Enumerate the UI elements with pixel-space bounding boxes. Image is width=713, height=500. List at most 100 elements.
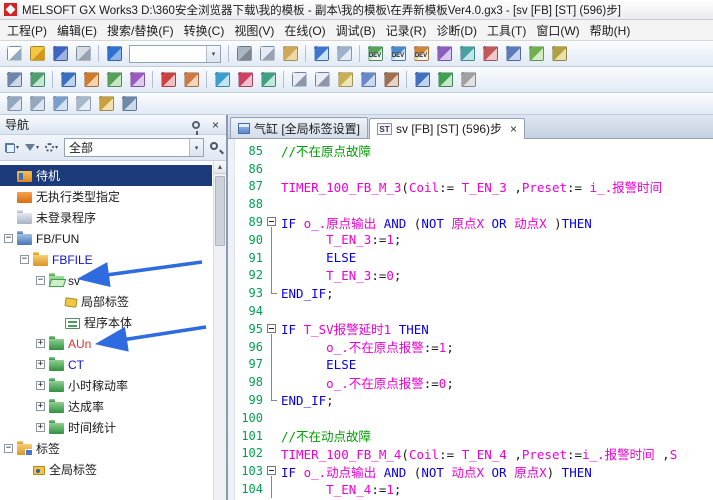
- nav-display-mode-button[interactable]: ▾: [3, 138, 21, 158]
- zoom-in-button[interactable]: [311, 70, 333, 90]
- code-line[interactable]: 94: [235, 302, 713, 320]
- open-project-button[interactable]: [26, 44, 48, 64]
- rebuild-all-button[interactable]: [180, 70, 202, 90]
- code-line[interactable]: 89IF o_.原点输出 AND (NOT 原点X OR 动点X )THEN: [235, 213, 713, 231]
- expand-icon[interactable]: +: [36, 402, 45, 411]
- scroll-up-arrow[interactable]: ▲: [214, 161, 226, 174]
- label-editor-button[interactable]: [433, 44, 455, 64]
- code-line[interactable]: 96 o_.不在原点报警:=1;: [235, 338, 713, 356]
- menu-item-online[interactable]: 在线(O): [279, 20, 330, 41]
- tree-item-global-label[interactable]: 全局标签: [0, 459, 212, 480]
- zoom-out-button[interactable]: [288, 70, 310, 90]
- redo-button[interactable]: [333, 44, 355, 64]
- tree-item-time-statistics[interactable]: +时间统计: [0, 417, 212, 438]
- menu-item-project[interactable]: 工程(P): [2, 20, 52, 41]
- tree-item-unregistered-program[interactable]: 未登录程序: [0, 207, 212, 228]
- nav-filter-select[interactable]: 全部 ▾: [64, 138, 204, 157]
- outline-collapse-all-button[interactable]: [26, 94, 48, 114]
- menu-item-debug[interactable]: 调试(B): [331, 20, 381, 41]
- menu-item-diagnostics[interactable]: 诊断(D): [431, 20, 482, 41]
- st-editor[interactable]: 85//不在原点故障8687TIMER_100_FB_M_3(Coil:= T_…: [228, 139, 713, 500]
- code-line[interactable]: 90 T_EN_3:=1;: [235, 231, 713, 249]
- code-line[interactable]: 104 T_EN_4:=1;: [235, 480, 713, 498]
- code-line[interactable]: 91 ELSE: [235, 249, 713, 267]
- expand-icon[interactable]: +: [36, 423, 45, 432]
- watch-window-button[interactable]: [257, 70, 279, 90]
- code-line[interactable]: 87TIMER_100_FB_M_3(Coil:= T_EN_3 ,Preset…: [235, 178, 713, 196]
- new-project-button[interactable]: [3, 44, 25, 64]
- cross-reference-button[interactable]: [525, 44, 547, 64]
- tree-item-program-body[interactable]: 程序本体: [0, 312, 212, 333]
- tree-item-aun[interactable]: +AUn: [0, 333, 212, 354]
- tree-item-fbfile[interactable]: −FBFILE: [0, 249, 212, 270]
- code-line[interactable]: 99END_IF;: [235, 391, 713, 409]
- code-line[interactable]: 93END_IF;: [235, 284, 713, 302]
- module-configuration-button[interactable]: [26, 70, 48, 90]
- code-line[interactable]: 102TIMER_100_FB_M_4(Coil:= T_EN_4 ,Prese…: [235, 445, 713, 463]
- parameter-button[interactable]: [3, 70, 25, 90]
- device-list-button[interactable]: [548, 44, 570, 64]
- print-button[interactable]: [72, 44, 94, 64]
- indent-guide-button[interactable]: [72, 94, 94, 114]
- tree-scrollbar[interactable]: ▲: [213, 161, 226, 500]
- tree-item-no-exec-type[interactable]: 无执行类型指定: [0, 186, 212, 207]
- device-memory-button[interactable]: DEV: [387, 44, 409, 64]
- fb-editor-button[interactable]: [479, 44, 501, 64]
- fbd-editor-button[interactable]: [103, 70, 125, 90]
- convert-build-button[interactable]: [157, 70, 179, 90]
- tree-item-standby[interactable]: 待机: [0, 165, 212, 186]
- tree-item-fb-fun[interactable]: −FB/FUN: [0, 228, 212, 249]
- tree-item-sv[interactable]: −sv: [0, 270, 212, 291]
- collapse-icon[interactable]: −: [36, 276, 45, 285]
- code-line[interactable]: 98 o_.不在原点报警:=0;: [235, 373, 713, 391]
- sfc-editor-button[interactable]: [126, 70, 148, 90]
- structured-data-types-button[interactable]: [502, 44, 524, 64]
- cut-button[interactable]: [233, 44, 255, 64]
- statement-display-button[interactable]: [357, 70, 379, 90]
- code-line[interactable]: 101//不在动点故障: [235, 427, 713, 445]
- menu-item-tool[interactable]: 工具(T): [482, 20, 531, 41]
- online-read-button[interactable]: [434, 70, 456, 90]
- menu-item-view[interactable]: 视图(V): [229, 20, 279, 41]
- tree-item-local-label[interactable]: 局部标签: [0, 291, 212, 312]
- code-line[interactable]: 100: [235, 409, 713, 427]
- note-display-button[interactable]: [380, 70, 402, 90]
- menu-item-convert[interactable]: 转换(C): [179, 20, 230, 41]
- expand-icon[interactable]: +: [36, 381, 45, 390]
- pin-icon[interactable]: [192, 121, 200, 129]
- nav-settings-button[interactable]: ▾: [43, 138, 60, 158]
- chevron-down-icon[interactable]: ▾: [206, 46, 220, 62]
- tab-sv-st[interactable]: STsv [FB] [ST] (596)步×: [369, 118, 525, 139]
- ladder-editor-button[interactable]: [57, 70, 79, 90]
- copy-button[interactable]: [256, 44, 278, 64]
- menu-item-help[interactable]: 帮助(H): [585, 20, 636, 41]
- chevron-down-icon[interactable]: ▾: [189, 139, 203, 156]
- save-project-button[interactable]: [49, 44, 71, 64]
- collapse-icon[interactable]: −: [20, 255, 29, 264]
- tree-item-achievement-rate[interactable]: +达成率: [0, 396, 212, 417]
- code-line[interactable]: 92 T_EN_3:=0;: [235, 267, 713, 285]
- monitor-stop-button[interactable]: [234, 70, 256, 90]
- monitor-start-button[interactable]: [211, 70, 233, 90]
- code-line[interactable]: 97 ELSE: [235, 356, 713, 374]
- tab-cylinder-global-label[interactable]: 气缸 [全局标签设置]: [230, 117, 368, 138]
- menu-item-recording[interactable]: 记录(R): [381, 20, 432, 41]
- navigate-back-button[interactable]: [118, 94, 140, 114]
- menu-item-window[interactable]: 窗口(W): [531, 20, 584, 41]
- collapse-box-icon[interactable]: [267, 217, 276, 226]
- collapse-box-icon[interactable]: [267, 324, 276, 333]
- collapse-box-icon[interactable]: [267, 466, 276, 475]
- code-line[interactable]: 86: [235, 160, 713, 178]
- undo-button[interactable]: [310, 44, 332, 64]
- device-comment-button[interactable]: DEV: [364, 44, 386, 64]
- outline-toggle-button[interactable]: [49, 94, 71, 114]
- code-line[interactable]: 85//不在原点故障: [235, 142, 713, 160]
- program-editor-button[interactable]: [456, 44, 478, 64]
- nav-filter-button[interactable]: ▾: [23, 138, 41, 158]
- scrollbar-thumb[interactable]: [215, 176, 225, 246]
- online-write-button[interactable]: [411, 70, 433, 90]
- collapse-icon[interactable]: −: [4, 234, 13, 243]
- comment-display-button[interactable]: [334, 70, 356, 90]
- st-editor-button[interactable]: [80, 70, 102, 90]
- code-line[interactable]: 88: [235, 195, 713, 213]
